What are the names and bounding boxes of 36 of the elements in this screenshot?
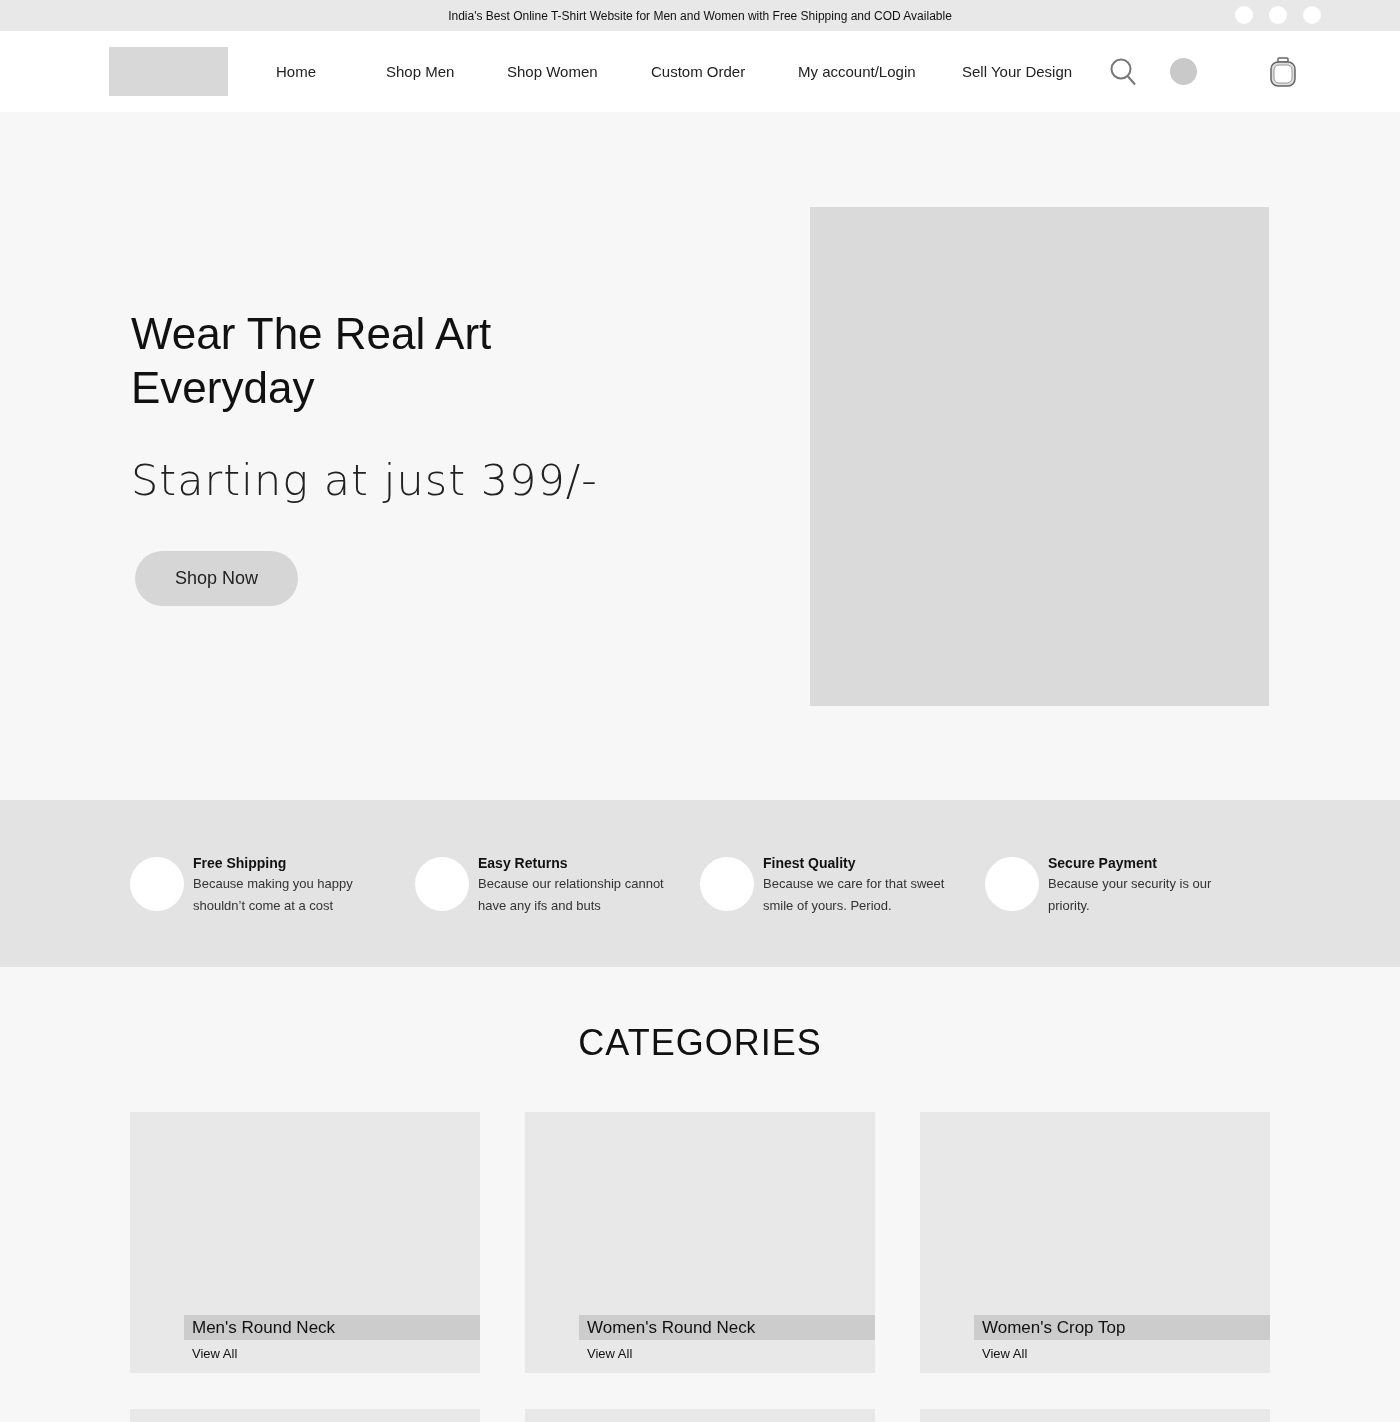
circle-icon xyxy=(415,857,469,911)
shop-now-button[interactable]: Shop Now xyxy=(135,551,298,606)
feature-text: Because your security is our priority. xyxy=(1048,875,1213,915)
announcement-text: India's Best Online T-Shirt Website for Men and Women with Free Shipping and COD Available xyxy=(448,8,952,23)
feature-title: Easy Returns xyxy=(478,855,569,871)
jar-icon[interactable] xyxy=(1270,56,1297,87)
feature-title: Free Shipping xyxy=(193,855,288,871)
category-card[interactable]: Women's Round Neck View All xyxy=(525,1112,875,1373)
feature-title: Secure Payment xyxy=(1048,855,1158,871)
feature-text: Because making you happy shouldn’t come at a cost xyxy=(193,875,354,915)
nav-link[interactable]: My account/Login xyxy=(798,63,962,80)
category-name: Women's Round Neck xyxy=(579,1315,875,1340)
feature-text: Because we care for that sweet smile of yours. Period. xyxy=(763,875,946,915)
category-name: Men's Round Neck xyxy=(184,1315,480,1340)
logo-placeholder[interactable] xyxy=(109,47,228,96)
circle-icon xyxy=(130,857,184,911)
nav-link[interactable]: Sell Your Design xyxy=(962,63,1073,80)
hero-subtitle: Starting at just 399/- xyxy=(131,455,599,505)
search-icon[interactable] xyxy=(1110,57,1137,86)
nav-link[interactable]: Home xyxy=(276,63,386,80)
nav-link[interactable]: Custom Order xyxy=(651,63,798,80)
feature-text: Because our relationship cannot have any ifs and buts xyxy=(478,875,665,915)
feature-title: Finest Quality xyxy=(763,855,857,871)
section-heading: CATEGORIES xyxy=(578,1022,822,1064)
hero-title: Wear The Real Art Everyday xyxy=(131,308,493,414)
view-all-link[interactable]: View All xyxy=(587,1346,633,1361)
circle-icon xyxy=(985,857,1039,911)
category-card[interactable]: Men's Round Neck View All xyxy=(130,1112,480,1373)
category-card[interactable]: Women's Crop Top View All xyxy=(920,1112,1270,1373)
circle-icon xyxy=(700,857,754,911)
avatar-icon[interactable] xyxy=(1170,58,1198,85)
nav-link[interactable]: Shop Men xyxy=(386,63,507,80)
nav-link[interactable]: Shop Women xyxy=(507,63,651,80)
view-all-link[interactable]: View All xyxy=(982,1346,1028,1361)
view-all-link[interactable]: View All xyxy=(192,1346,238,1361)
category-name: Women's Crop Top xyxy=(974,1315,1270,1340)
